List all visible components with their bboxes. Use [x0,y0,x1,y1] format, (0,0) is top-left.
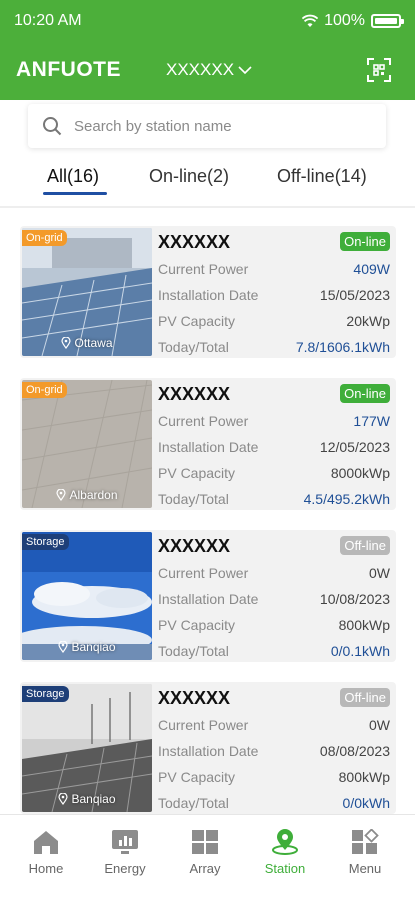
installation-date-value: 15/05/2023 [319,287,390,303]
nav-station[interactable]: Station [245,829,325,876]
array-icon [192,830,218,854]
station-type-tag: On-grid [22,382,67,398]
nav-energy[interactable]: Energy [85,829,165,876]
current-power-value: 0W [369,565,390,581]
today-total-label: Today/Total [158,491,229,507]
today-total-label: Today/Total [158,795,229,811]
today-total-label: Today/Total [158,643,229,659]
status-tabs: All(16) On-line(2) Off-line(14) [0,162,415,204]
station-type-tag: On-grid [22,230,67,246]
station-info: XXXXXX On-line Current Power 409W Install… [158,232,390,358]
station-photo: On-grid Albardon [22,380,152,508]
station-selector-label: XXXXXX [166,60,235,79]
station-location: Banqiao [22,792,152,806]
menu-icon [352,829,379,854]
pv-capacity-value: 800kWp [338,769,390,785]
search-bar[interactable] [28,104,386,148]
station-card[interactable]: Storage Banqiao XXXXXX Off-line Current … [20,682,396,814]
installation-date-label: Installation Date [158,287,259,303]
battery-icon [371,14,404,28]
current-power-label: Current Power [158,413,249,429]
scan-icon[interactable] [367,58,391,82]
station-photo: Storage Banqiao [22,684,152,812]
station-location: Albardon [22,488,152,502]
energy-icon [112,830,138,854]
station-icon [272,829,298,855]
installation-date-label: Installation Date [158,591,259,607]
tab-online[interactable]: On-line(2) [149,166,229,187]
status-badge: On-line [340,232,390,251]
today-total-value: 7.8/1606.1kWh [295,339,390,355]
wifi-icon [302,14,319,27]
current-power-value: 409W [353,261,390,277]
status-indicators: 100% [302,12,404,30]
nav-home[interactable]: Home [6,829,86,876]
today-total-value: 4.5/495.2kWh [303,491,390,507]
station-selector[interactable]: XXXXXX [166,60,252,80]
location-pin-icon [58,641,69,653]
today-total-label: Today/Total [158,339,229,355]
current-power-label: Current Power [158,565,249,581]
station-photo: Storage Banqiao [22,532,152,660]
status-badge: Off-line [340,688,390,707]
installation-date-value: 12/05/2023 [319,439,390,455]
station-type-tag: Storage [22,686,69,702]
nav-menu[interactable]: Menu [325,829,405,876]
tabs-divider [0,206,415,208]
installation-date-value: 08/08/2023 [319,743,390,759]
station-location: Banqiao [22,640,152,654]
installation-date-label: Installation Date [158,439,259,455]
station-info: XXXXXX On-line Current Power 177W Install… [158,384,390,510]
station-card[interactable]: On-grid Albardon XXXXXX On-line Current … [20,378,396,510]
bottom-navigation: Home Energy Array Station Menu [0,814,415,900]
tab-offline[interactable]: Off-line(14) [277,166,367,187]
search-icon [43,117,62,136]
location-pin-icon [56,489,67,501]
home-icon [34,831,58,854]
current-power-label: Current Power [158,261,249,277]
current-power-value: 177W [353,413,390,429]
pv-capacity-value: 8000kWp [330,465,390,481]
status-badge: On-line [340,384,390,403]
pv-capacity-label: PV Capacity [158,465,236,481]
chevron-down-icon [238,66,252,75]
pv-capacity-label: PV Capacity [158,313,236,329]
current-power-value: 0W [369,717,390,733]
station-photo: On-grid Ottawa [22,228,152,356]
nav-array[interactable]: Array [165,829,245,876]
pv-capacity-value: 20kWp [346,313,390,329]
today-total-value: 0/0kWh [342,795,390,811]
status-time: 10:20 AM [14,12,82,29]
installation-date-label: Installation Date [158,743,259,759]
brand-logo: ANFUOTE [16,58,121,81]
station-card[interactable]: Storage Banqiao XXXXXX Off-line Current … [20,530,396,662]
location-pin-icon [58,793,69,805]
active-tab-indicator [43,192,107,195]
current-power-label: Current Power [158,717,249,733]
status-badge: Off-line [340,536,390,555]
location-pin-icon [61,337,72,349]
station-card[interactable]: On-grid Ottawa XXXXXX On-line Current Po… [20,226,396,358]
pv-capacity-label: PV Capacity [158,617,236,633]
search-input[interactable] [74,117,354,135]
today-total-value: 0/0.1kWh [330,643,390,659]
station-info: XXXXXX Off-line Current Power 0W Installa… [158,536,390,662]
status-bar: 10:20 AM 100% [0,0,415,44]
installation-date-value: 10/08/2023 [319,591,390,607]
battery-percent: 100% [324,12,365,29]
tab-all[interactable]: All(16) [47,166,99,187]
station-location: Ottawa [22,336,152,350]
pv-capacity-label: PV Capacity [158,769,236,785]
pv-capacity-value: 800kWp [338,617,390,633]
station-info: XXXXXX Off-line Current Power 0W Installa… [158,688,390,814]
station-type-tag: Storage [22,534,69,550]
app-header: 10:20 AM 100% ANFUOTE XXXXXX [0,0,415,100]
